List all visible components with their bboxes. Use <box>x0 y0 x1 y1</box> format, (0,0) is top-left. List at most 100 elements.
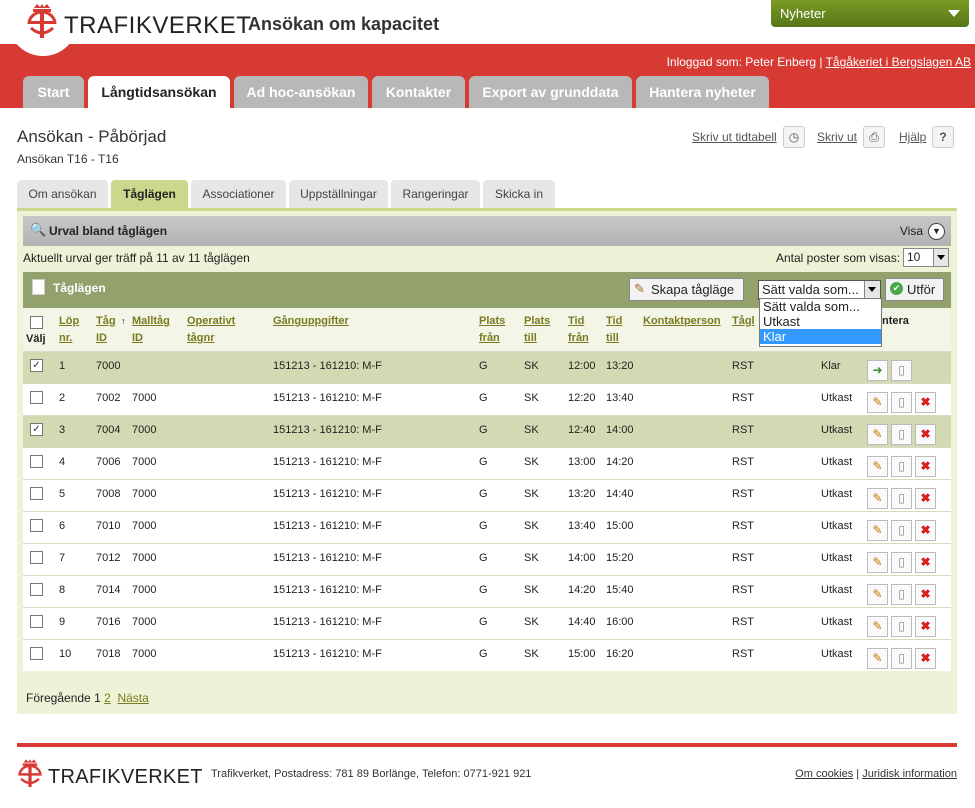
cell-lop: 5 <box>59 488 66 500</box>
delete-icon[interactable]: ✖ <box>915 648 936 669</box>
row-checkbox[interactable] <box>30 391 43 404</box>
edit-icon[interactable]: ✎ <box>867 488 888 509</box>
filter-bar[interactable]: 🔍 Urval bland tåglägen Visa ▼ <box>23 216 951 246</box>
delete-icon[interactable]: ✖ <box>915 456 936 477</box>
subtab-skicka-in[interactable]: Skicka in <box>483 180 555 208</box>
table-row[interactable]: 2 7002 7000 151213 - 161210: M-F G SK 12:20 13:… <box>23 383 951 415</box>
chevron-down-icon[interactable]: ▼ <box>928 223 945 240</box>
subtab-associationer[interactable]: Associationer <box>191 180 286 208</box>
col-taglagestyp[interactable]: Tågl <box>732 313 755 330</box>
tab-ad-hoc-ansokan[interactable]: Ad hoc-ansökan <box>234 76 368 108</box>
tab-start[interactable]: Start <box>23 76 84 108</box>
row-checkbox[interactable] <box>30 647 43 660</box>
copy-icon[interactable]: ▯ <box>891 616 912 637</box>
delete-icon[interactable]: ✖ <box>915 616 936 637</box>
subtab-om-ansokan[interactable]: Om ansökan <box>17 180 108 208</box>
delete-icon[interactable]: ✖ <box>915 552 936 573</box>
table-row[interactable]: 9 7016 7000 151213 - 161210: M-F G SK 14:40 16:… <box>23 607 951 639</box>
subtab-taglagen[interactable]: Tåglägen <box>111 180 188 208</box>
row-checkbox[interactable] <box>30 455 43 468</box>
news-dropdown[interactable]: Nyheter <box>771 0 969 27</box>
edit-icon[interactable]: ✎ <box>867 520 888 541</box>
col-operativt-tagnr[interactable]: Operativt tågnr <box>187 313 235 347</box>
copy-icon[interactable]: ▯ <box>891 584 912 605</box>
edit-icon[interactable]: ✎ <box>867 552 888 573</box>
row-checkbox[interactable] <box>30 583 43 596</box>
table-row[interactable]: 10 7018 7000 151213 - 161210: M-F G SK 15:00 16… <box>23 639 951 671</box>
col-kontaktperson[interactable]: Kontaktperson <box>643 313 721 330</box>
print-link[interactable]: Skriv ut <box>817 130 857 144</box>
edit-icon[interactable]: ✎ <box>867 456 888 477</box>
cookies-link[interactable]: Om cookies <box>795 768 853 780</box>
copy-icon[interactable]: ▯ <box>891 392 912 413</box>
row-checkbox[interactable] <box>30 519 43 532</box>
pager-next[interactable]: Nästa <box>117 691 148 705</box>
col-ganguppgifter[interactable]: Gånguppgifter <box>273 313 349 330</box>
col-plats-fran[interactable]: Plats från <box>479 313 505 347</box>
row-checkbox[interactable] <box>30 615 43 628</box>
tab-kontakter[interactable]: Kontakter <box>372 76 465 108</box>
delete-icon[interactable]: ✖ <box>915 392 936 413</box>
row-checkbox[interactable] <box>30 487 43 500</box>
delete-icon[interactable]: ✖ <box>915 488 936 509</box>
copy-icon[interactable]: ▯ <box>891 456 912 477</box>
col-tid-till[interactable]: Tid till <box>606 313 622 347</box>
table-row[interactable]: 8 7014 7000 151213 - 161210: M-F G SK 14:20 15:… <box>23 575 951 607</box>
copy-icon[interactable]: ▯ <box>891 360 912 381</box>
table-row[interactable]: ✓ 3 7004 7000 151213 - 161210: M-F G SK 12:40 14… <box>23 415 951 447</box>
logo-text[interactable]: TRAFIKVERKET <box>64 12 251 40</box>
organization-link[interactable]: Tågåkeriet i Bergslagen AB <box>826 55 971 69</box>
row-checkbox[interactable] <box>30 551 43 564</box>
help-link[interactable]: Hjälp <box>899 130 926 144</box>
col-tid-fran[interactable]: Tid från <box>568 313 589 347</box>
delete-icon[interactable]: ✖ <box>915 424 936 445</box>
option-satt-valda[interactable]: Sätt valda som... <box>760 299 881 314</box>
table-row[interactable]: 4 7006 7000 151213 - 161210: M-F G SK 13:00 14:… <box>23 447 951 479</box>
delete-icon[interactable]: ✖ <box>915 520 936 541</box>
table-row[interactable]: 5 7008 7000 151213 - 161210: M-F G SK 13:20 14:… <box>23 479 951 511</box>
subtab-rangeringar[interactable]: Rangeringar <box>391 180 480 208</box>
filter-show-label[interactable]: Visa <box>900 224 923 238</box>
clock-icon[interactable]: ◷ <box>783 126 805 148</box>
legal-link[interactable]: Juridisk information <box>862 768 957 780</box>
copy-icon[interactable]: ▯ <box>891 488 912 509</box>
edit-icon[interactable]: ✎ <box>867 584 888 605</box>
row-checkbox[interactable]: ✓ <box>30 359 43 372</box>
row-checkbox[interactable]: ✓ <box>30 423 43 436</box>
copy-icon[interactable]: ▯ <box>891 552 912 573</box>
open-icon[interactable]: ➜ <box>867 360 888 381</box>
edit-icon[interactable]: ✎ <box>867 616 888 637</box>
col-lop[interactable]: Löp nr. <box>59 313 79 347</box>
execute-button[interactable]: ✔ Utför <box>885 278 944 301</box>
table-row[interactable]: ✓ 1 7000 151213 - 161210: M-F G SK 12:00 13:20 R… <box>23 351 951 383</box>
copy-icon[interactable]: ▯ <box>891 648 912 669</box>
help-icon[interactable]: ? <box>932 126 954 148</box>
copy-icon[interactable]: ▯ <box>891 424 912 445</box>
tab-hantera-nyheter[interactable]: Hantera nyheter <box>636 76 769 108</box>
set-status-select[interactable]: Sätt valda som... <box>758 280 881 300</box>
select-all-checkbox[interactable] <box>30 316 43 329</box>
page-size-select[interactable]: 10 <box>903 248 949 267</box>
delete-icon[interactable]: ✖ <box>915 584 936 605</box>
table-row[interactable]: 6 7010 7000 151213 - 161210: M-F G SK 13:40 15:… <box>23 511 951 543</box>
subtab-uppstallningar[interactable]: Uppställningar <box>289 180 388 208</box>
col-tag-id[interactable]: Tåg ID <box>96 313 116 347</box>
tab-export-grunddata[interactable]: Export av grunddata <box>469 76 632 108</box>
edit-icon[interactable]: ✎ <box>867 424 888 445</box>
col-plats-till[interactable]: Plats till <box>524 313 550 347</box>
pager-page-2[interactable]: 2 <box>104 691 111 705</box>
copy-icon[interactable]: ▯ <box>891 520 912 541</box>
table-row[interactable]: 7 7012 7000 151213 - 161210: M-F G SK 14:00 15:… <box>23 543 951 575</box>
col-malltag-id[interactable]: Malltåg ID <box>132 313 170 347</box>
tab-langtidsansokan[interactable]: Långtidsansökan <box>88 76 230 108</box>
cell-gang: 151213 - 161210: M-F <box>273 392 382 404</box>
cell-fran: G <box>479 520 488 532</box>
edit-icon[interactable]: ✎ <box>867 648 888 669</box>
printer-icon[interactable]: ⎙ <box>863 126 885 148</box>
trafikverket-logo-icon[interactable] <box>26 4 58 40</box>
edit-icon[interactable]: ✎ <box>867 392 888 413</box>
option-utkast[interactable]: Utkast <box>760 314 881 329</box>
option-klar[interactable]: Klar <box>760 329 881 344</box>
create-taglage-button[interactable]: ✎ Skapa tågläge <box>629 278 744 301</box>
print-schedule-link[interactable]: Skriv ut tidtabell <box>692 130 777 144</box>
